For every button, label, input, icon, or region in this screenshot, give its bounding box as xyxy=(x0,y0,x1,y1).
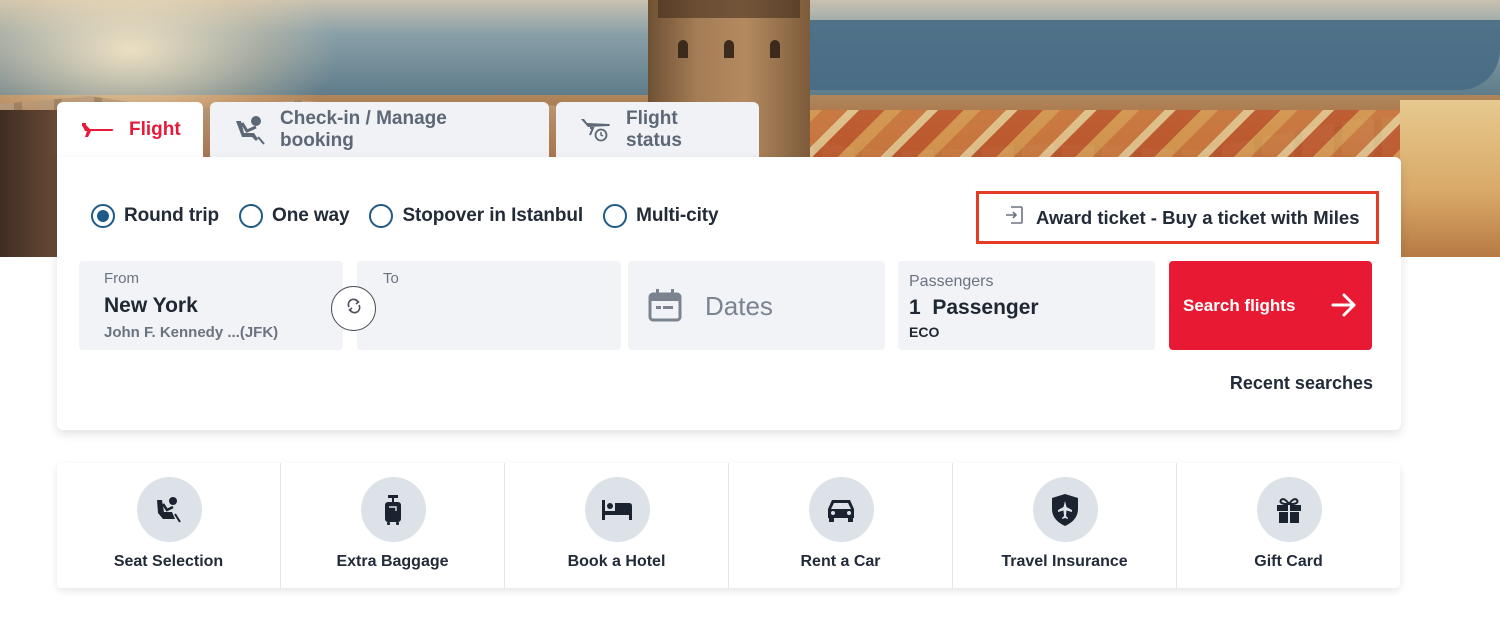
radio-multi-city[interactable]: Multi-city xyxy=(603,204,719,228)
tab-label: Check-in / Manage booking xyxy=(280,108,447,151)
radio-label: Multi-city xyxy=(636,205,719,226)
gift-icon xyxy=(1256,477,1322,542)
radio-circle[interactable] xyxy=(239,204,264,228)
search-flights-label: Search flights xyxy=(1183,296,1296,315)
tab-label: Flight status xyxy=(626,108,682,151)
service-extra-baggage[interactable]: Extra Baggage xyxy=(281,463,505,588)
flight-status-icon xyxy=(580,117,612,143)
dates-field[interactable]: Dates xyxy=(628,261,885,350)
tower-window xyxy=(724,40,734,58)
dates-placeholder: Dates xyxy=(705,291,773,321)
cabin-class: ECO xyxy=(909,324,940,340)
radio-label: Stopover in Istanbul xyxy=(402,205,584,226)
radio-circle[interactable] xyxy=(603,204,628,228)
seat-icon xyxy=(234,115,266,145)
from-city: New York xyxy=(104,294,198,317)
service-label: Gift Card xyxy=(1254,553,1323,570)
tab-label: Flight xyxy=(129,119,181,140)
tower-window xyxy=(678,40,688,58)
tab-flight[interactable]: Flight xyxy=(57,102,203,158)
service-label: Travel Insurance xyxy=(1001,553,1128,570)
service-travel-insurance[interactable]: Travel Insurance xyxy=(953,463,1177,588)
search-flights-button[interactable]: Search flights xyxy=(1169,261,1372,350)
passengers-count: 1 Passenger xyxy=(909,296,1039,319)
award-ticket-label: Award ticket - Buy a ticket with Miles xyxy=(1036,206,1360,228)
hero-building-left xyxy=(0,110,60,257)
swap-airports-button[interactable] xyxy=(331,286,376,331)
hero-building-right xyxy=(1400,100,1500,257)
radio-circle[interactable] xyxy=(369,204,394,228)
page: Flight Check-in / Manage booking Flight … xyxy=(0,0,1500,641)
seat-icon xyxy=(136,477,202,542)
radio-round-trip[interactable]: Round trip xyxy=(91,204,219,228)
radio-stopover-istanbul[interactable]: Stopover in Istanbul xyxy=(369,204,583,228)
luggage-icon xyxy=(360,477,426,542)
radio-one-way[interactable]: One way xyxy=(239,204,350,228)
to-label: To xyxy=(383,270,399,287)
bed-icon xyxy=(584,477,650,542)
booking-tabs: Flight Check-in / Manage booking Flight … xyxy=(57,102,759,158)
from-airport: John F. Kennedy ...(JFK) xyxy=(104,324,279,341)
service-label: Book a Hotel xyxy=(567,553,666,570)
service-label: Rent a Car xyxy=(800,553,881,570)
passengers-label: Passengers xyxy=(909,273,994,290)
plane-icon xyxy=(81,121,115,139)
tab-checkin-manage-booking[interactable]: Check-in / Manage booking xyxy=(210,102,549,158)
service-label: Seat Selection xyxy=(113,553,224,570)
services-row: Seat Selection Extra Baggage Book a Hote… xyxy=(57,463,1400,588)
passengers-field[interactable]: Passengers 1 Passenger ECO xyxy=(898,261,1155,350)
radio-label: Round trip xyxy=(124,205,220,226)
service-book-hotel[interactable]: Book a Hotel xyxy=(505,463,729,588)
arrow-right-icon xyxy=(1330,291,1358,324)
award-ticket-link[interactable]: Award ticket - Buy a ticket with Miles xyxy=(976,191,1379,244)
tower-window xyxy=(770,40,780,58)
service-gift-card[interactable]: Gift Card xyxy=(1177,463,1400,588)
radio-circle-checked[interactable] xyxy=(91,204,115,228)
service-seat-selection[interactable]: Seat Selection xyxy=(57,463,281,588)
to-field[interactable]: To xyxy=(357,261,621,350)
flight-search-card: Round trip One way Stopover in Istanbul … xyxy=(57,157,1401,430)
shield-plane-icon xyxy=(1032,477,1098,542)
calendar-icon xyxy=(648,288,682,327)
radio-label: One way xyxy=(272,205,350,226)
service-rent-car[interactable]: Rent a Car xyxy=(729,463,953,588)
recent-searches-link[interactable]: Recent searches xyxy=(1230,373,1373,394)
car-icon xyxy=(808,477,874,542)
from-field[interactable]: From New York John F. Kennedy ...(JFK) xyxy=(79,261,343,350)
swap-icon xyxy=(345,297,363,320)
sign-in-icon xyxy=(1004,205,1024,230)
tab-flight-status[interactable]: Flight status xyxy=(556,102,759,158)
from-label: From xyxy=(104,270,139,287)
trip-type-radio-group: Round trip One way Stopover in Istanbul … xyxy=(91,204,739,228)
service-label: Extra Baggage xyxy=(336,553,449,570)
hero-golden-horn xyxy=(800,20,1500,90)
